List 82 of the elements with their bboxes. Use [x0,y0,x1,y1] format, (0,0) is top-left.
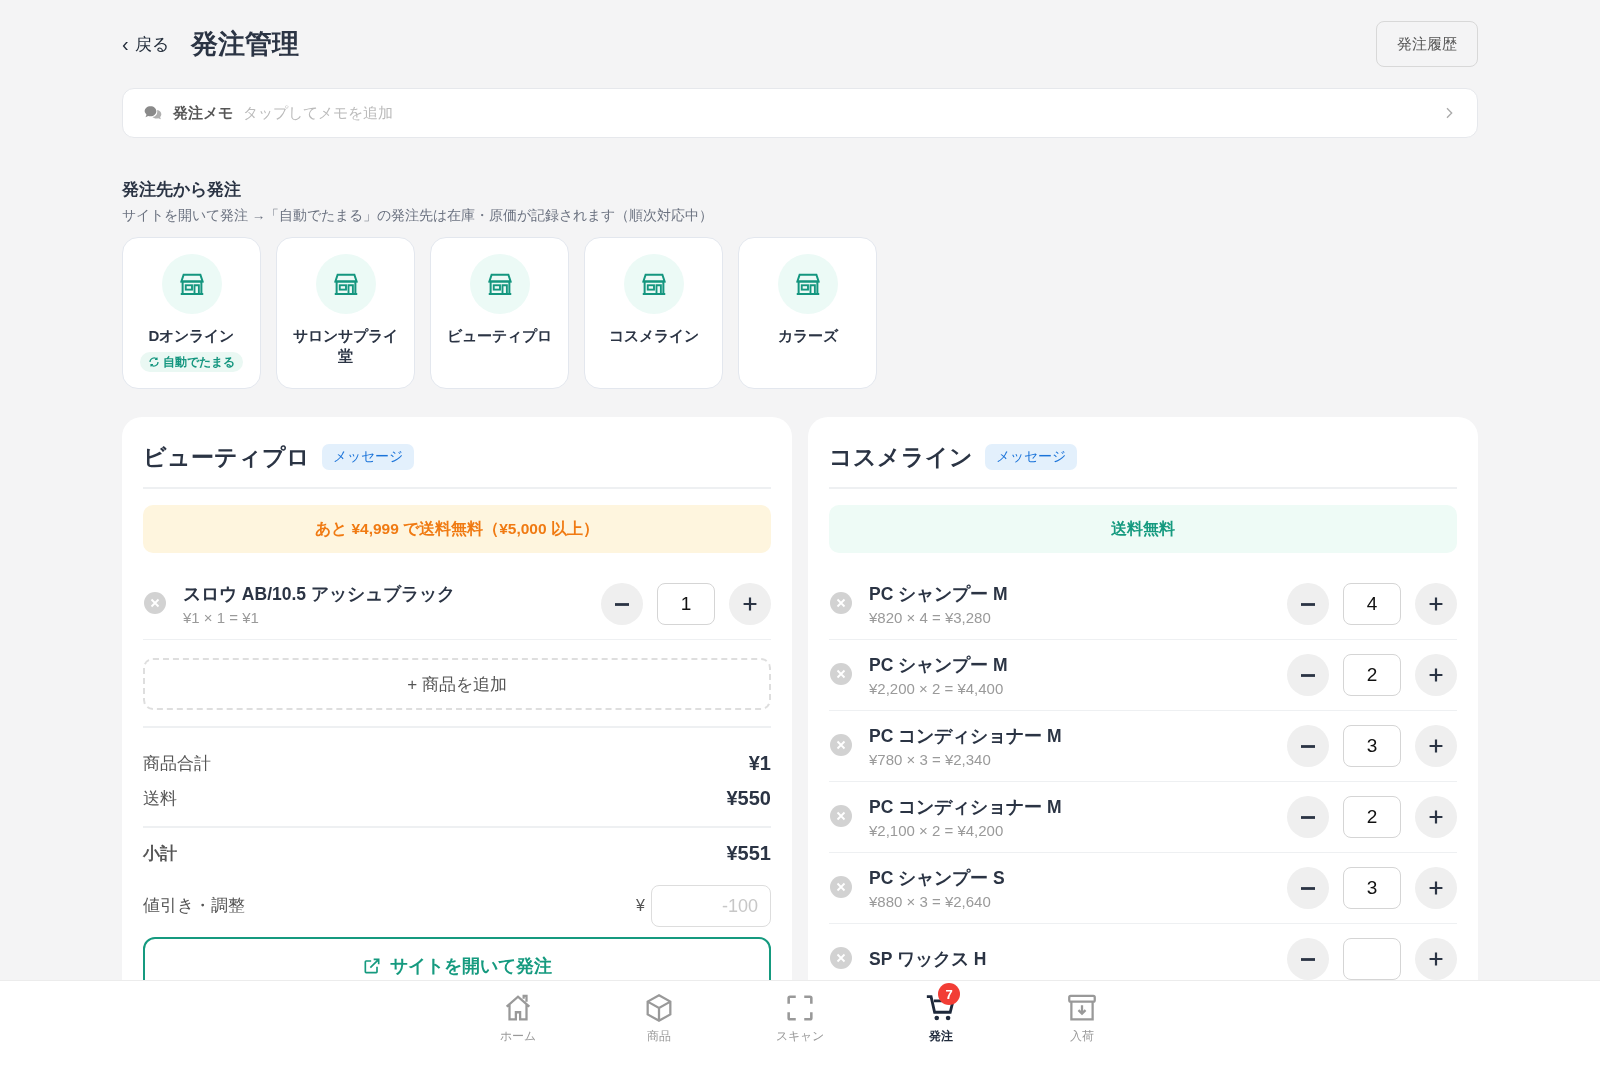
section-note: サイトを開いて発注 →「自動でたまる」の発注先は在庫・原価が記録されます（順次対応中） [122,207,715,225]
memo-label: 発注メモ [173,103,233,123]
supplier-card[interactable]: サロンサプライ堂 [276,237,415,389]
summary-label: 送料 [143,787,177,809]
item-price: ¥1 × 1 = ¥1 [183,609,260,626]
close-icon [829,591,853,615]
add-item-button[interactable]: + 商品を追加 [143,658,771,710]
item-name: PC シャンプー S [869,867,1006,890]
minus-icon [1301,957,1315,961]
decrease-button[interactable] [1287,725,1329,767]
increase-button[interactable] [1415,796,1457,838]
increase-button[interactable] [1415,938,1457,980]
close-icon [143,591,167,615]
close-icon [829,804,853,828]
item-name: スロウ AB/10.5 アッシュブラック [183,583,456,606]
minus-icon [615,602,629,606]
item-name: PC コンディショナー M [869,725,1063,748]
minus-icon [1301,744,1315,748]
open-site-button[interactable]: サイトを開いて発注 [143,937,771,980]
item-price: ¥2,100 × 2 = ¥4,200 [869,822,1005,839]
minus-icon [1301,815,1315,819]
subtotal-value: ¥551 [726,842,771,865]
item-price: ¥2,200 × 2 = ¥4,400 [869,680,1005,697]
supplier-card[interactable]: コスメライン [584,237,723,389]
minus-icon [1301,886,1315,890]
decrease-button[interactable] [1287,867,1329,909]
close-icon [829,733,853,757]
quantity-field[interactable]: 1 [657,583,715,625]
supplier-card[interactable]: カラーズ [738,237,877,389]
external-link-icon [362,956,382,976]
minus-icon [1301,602,1315,606]
summary-value: ¥1 [748,752,771,775]
decrease-button[interactable] [1287,583,1329,625]
item-price: ¥880 × 3 = ¥2,640 [869,893,992,910]
close-icon [829,662,853,686]
increase-button[interactable] [729,583,771,625]
item-price: ¥780 × 3 = ¥2,340 [869,751,992,768]
decrease-button[interactable] [1287,938,1329,980]
item-name: PC シャンプー M [869,654,1009,677]
history-button[interactable]: 発注履歴 [1376,21,1478,67]
quantity-field[interactable]: 2 [1343,654,1401,696]
back-button[interactable]: ‹ 戻る [122,32,169,56]
memo-placeholder: タップしてメモを追加 [243,103,394,123]
quantity-field[interactable]: 2 [1343,796,1401,838]
auto-badge: 自動でたまる [140,352,243,372]
decrease-button[interactable] [601,583,643,625]
shipping-notice: あと ¥4,999 で送料無料（¥5,000 以上） [143,505,771,553]
currency-label: ¥ [636,897,645,915]
summary-value: ¥550 [726,787,771,810]
increase-button[interactable] [1415,654,1457,696]
subtotal-label: 小計 [143,842,177,864]
supplier-title: ビューティプロ [143,442,310,472]
increase-button[interactable] [1415,725,1457,767]
quantity-field[interactable]: 4 [1343,583,1401,625]
supplier-card[interactable]: Dオンライン 自動でたまる [122,237,261,389]
count-badge: 7 [938,983,960,1005]
message-button[interactable]: メッセージ [985,444,1077,470]
decrease-button[interactable] [1287,796,1329,838]
minus-icon [1301,673,1315,677]
decrease-button[interactable] [1287,654,1329,696]
supplier-title: コスメライン [829,442,973,472]
memo-bar[interactable]: 発注メモ タップしてメモを追加 [122,88,1478,138]
item-name: SP ワックス H [869,948,988,971]
increase-button[interactable] [1415,867,1457,909]
refresh-icon [148,356,160,368]
close-icon [829,946,853,970]
close-icon [829,875,853,899]
nav-tab[interactable]: 7 発注 [870,981,1012,1079]
quantity-field[interactable]: 3 [1343,725,1401,767]
item-price: ¥820 × 4 = ¥3,280 [869,609,992,626]
item-name: PC コンディショナー M [869,796,1063,819]
message-button[interactable]: メッセージ [322,444,414,470]
discount-label: 値引き・調整 [143,895,246,916]
supplier-card[interactable]: ビューティプロ [430,237,569,389]
section-title: 発注先から発注 [122,179,242,201]
increase-button[interactable] [1415,583,1457,625]
item-name: PC シャンプー M [869,583,1009,606]
page-title: 発注管理 [190,28,300,61]
discount-field[interactable]: -100 [651,885,771,927]
shipping-notice: 送料無料 [829,505,1457,553]
summary-label: 商品合計 [143,752,211,774]
quantity-field[interactable]: 3 [1343,867,1401,909]
